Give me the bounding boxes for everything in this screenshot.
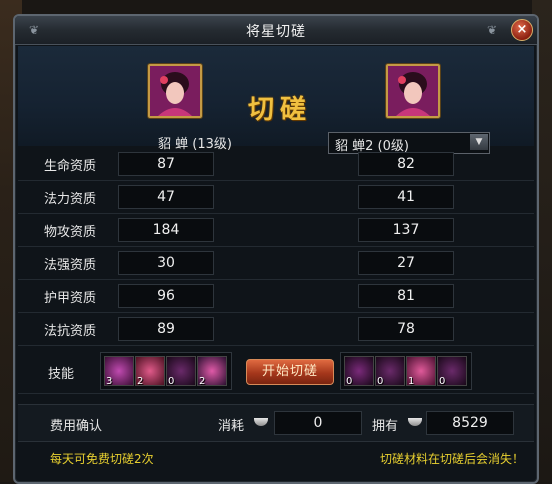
skill-count: 3: [106, 376, 113, 387]
dark-skill-icon[interactable]: 0: [375, 356, 405, 387]
spar-title-emblem: 切磋: [248, 95, 313, 125]
stat-row: 法力资质 47 41: [18, 181, 534, 214]
skill-count: 0: [346, 376, 353, 387]
portrait-area: 切磋 貂 蝉 (13级) 貂 蝉2 (0级) ▼: [18, 46, 534, 154]
left-stat-value: 184: [118, 218, 214, 242]
right-stat-value: 41: [358, 185, 454, 209]
dark-skill-icon[interactable]: 0: [166, 356, 196, 387]
own-value: 8529: [426, 411, 514, 435]
stat-label: 护甲资质: [44, 291, 97, 306]
stat-label: 法强资质: [44, 258, 97, 273]
right-hero-portrait[interactable]: [386, 64, 440, 118]
stat-row: 生命资质 87 82: [18, 148, 534, 181]
left-stat-value: 47: [118, 185, 214, 209]
pink-skill-icon[interactable]: 1: [406, 356, 436, 387]
left-stat-value: 30: [118, 251, 214, 275]
consume-label: 消耗: [218, 419, 245, 434]
right-stat-value: 137: [358, 218, 454, 242]
left-hero-face-icon: [150, 66, 200, 116]
skills-row: 技能 3 2 0 2 开始切磋 0 0 1 0: [18, 347, 534, 394]
left-hero-portrait[interactable]: [148, 64, 202, 118]
right-stat-value: 27: [358, 251, 454, 275]
spar-dialog: ❦ 将星切磋 ❦ × 切磋 貂 蝉 (13级) 貂 蝉2 (0级) ▼ 生命资质…: [13, 14, 539, 484]
material-warning-note: 切磋材料在切磋后会消失！: [379, 452, 524, 466]
left-skill-group: 3 2 0 2: [100, 352, 232, 390]
stat-row: 护甲资质 96 81: [18, 280, 534, 313]
stat-row: 法抗资质 89 78: [18, 313, 534, 346]
left-stat-value: 89: [118, 317, 214, 341]
silver-ingot-icon: [254, 418, 268, 426]
pink-skill-icon[interactable]: 2: [135, 356, 165, 387]
stat-label: 物攻资质: [44, 225, 97, 240]
start-spar-button[interactable]: 开始切磋: [246, 359, 334, 385]
skill-count: 2: [137, 376, 144, 387]
purple-skill-icon[interactable]: 3: [104, 356, 134, 387]
right-skill-group: 0 0 1 0: [340, 352, 472, 390]
left-stat-value: 87: [118, 152, 214, 176]
title-ornament-right-icon: ❦: [486, 23, 497, 37]
skill-count: 1: [408, 376, 415, 387]
stat-label: 法抗资质: [44, 324, 97, 339]
skill-count: 2: [199, 376, 206, 387]
left-stat-value: 96: [118, 284, 214, 308]
right-stat-value: 78: [358, 317, 454, 341]
stat-label: 生命资质: [44, 159, 97, 174]
silver-ingot-icon: [408, 418, 422, 426]
close-button[interactable]: ×: [511, 19, 533, 41]
stat-row: 物攻资质 184 137: [18, 214, 534, 247]
stat-label: 法力资质: [44, 192, 97, 207]
skill-count: 0: [168, 376, 175, 387]
skills-label: 技能: [48, 367, 75, 382]
consume-value: 0: [274, 411, 362, 435]
cost-row: 费用确认 消耗 0 拥有 8529: [18, 404, 534, 442]
stats-table: 生命资质 87 82 法力资质 47 41 物攻资质 184 137 法强资质 …: [18, 148, 534, 346]
free-spar-note: 每天可免费切磋2次: [50, 452, 154, 466]
right-hero-face-icon: [388, 66, 438, 116]
dark-skill-icon[interactable]: 0: [344, 356, 374, 387]
stat-row: 法强资质 30 27: [18, 247, 534, 280]
title-bar[interactable]: ❦ 将星切磋 ❦ ×: [15, 16, 537, 45]
skill-count: 0: [377, 376, 384, 387]
right-stat-value: 81: [358, 284, 454, 308]
dialog-title: 将星切磋: [246, 24, 306, 40]
cost-label: 费用确认: [50, 419, 103, 434]
dark-skill-icon[interactable]: 0: [437, 356, 467, 387]
own-label: 拥有: [372, 419, 399, 434]
skill-count: 0: [439, 376, 446, 387]
footer: 每天可免费切磋2次 切磋材料在切磋后会消失！: [18, 444, 534, 474]
flower-skill-icon[interactable]: 2: [197, 356, 227, 387]
right-stat-value: 82: [358, 152, 454, 176]
